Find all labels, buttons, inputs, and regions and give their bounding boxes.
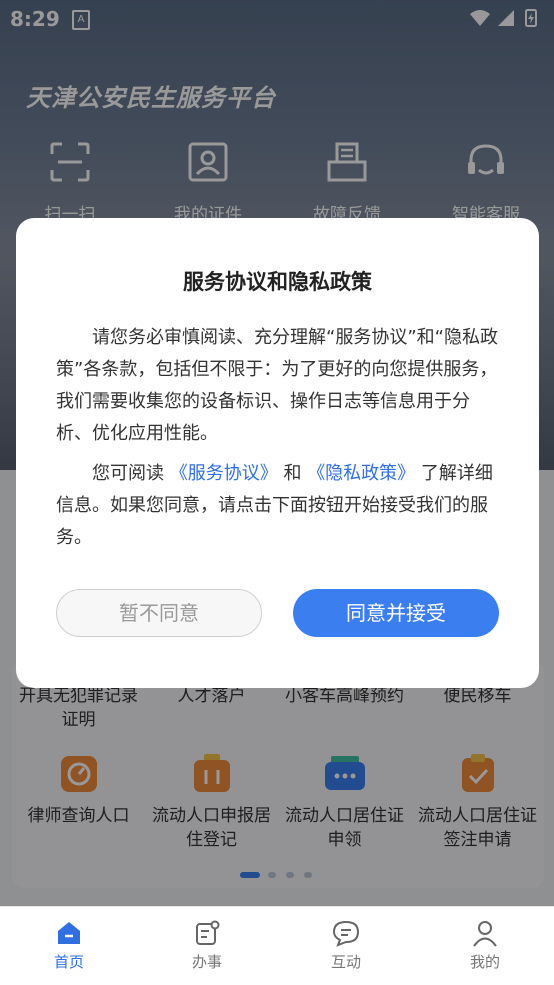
nav-label: 互动 [330,953,361,971]
decline-button[interactable]: 暂不同意 [56,589,262,637]
bottom-nav: 首页 办事 互动 我的 [0,906,554,985]
nav-label: 首页 [53,953,84,971]
nav-label: 办事 [191,953,222,971]
home-icon [58,922,80,944]
task-icon [196,920,220,945]
nav-tasks[interactable]: 办事 [157,919,257,972]
nav-home[interactable]: 首页 [19,919,119,972]
nav-mine[interactable]: 我的 [435,919,535,972]
dialog-paragraph-1: 请您务必审慎阅读、充分理解“服务协议”和“隐私政策”各条款，包括但不限于：为了更… [56,327,498,444]
user-icon [473,921,497,947]
paragraph-2-and: 和 [277,463,308,484]
service-agreement-link[interactable]: 《服务协议》 [170,463,278,484]
dialog-paragraph-2: 您可阅读 《服务协议》 和 《隐私政策》 了解详细信息。如果您同意，请点击下面按… [56,458,502,554]
nav-label: 我的 [469,953,500,971]
privacy-policy-link[interactable]: 《隐私政策》 [307,463,415,484]
paragraph-2-prefix: 您可阅读 [92,463,170,484]
chat-icon [332,920,360,947]
accept-button[interactable]: 同意并接受 [293,589,499,637]
nav-interaction[interactable]: 互动 [296,919,396,972]
privacy-dialog: 服务协议和隐私政策 请您务必审慎阅读、充分理解“服务协议”和“隐私政策”各条款，… [16,218,539,688]
dialog-title: 服务协议和隐私政策 [183,270,372,294]
